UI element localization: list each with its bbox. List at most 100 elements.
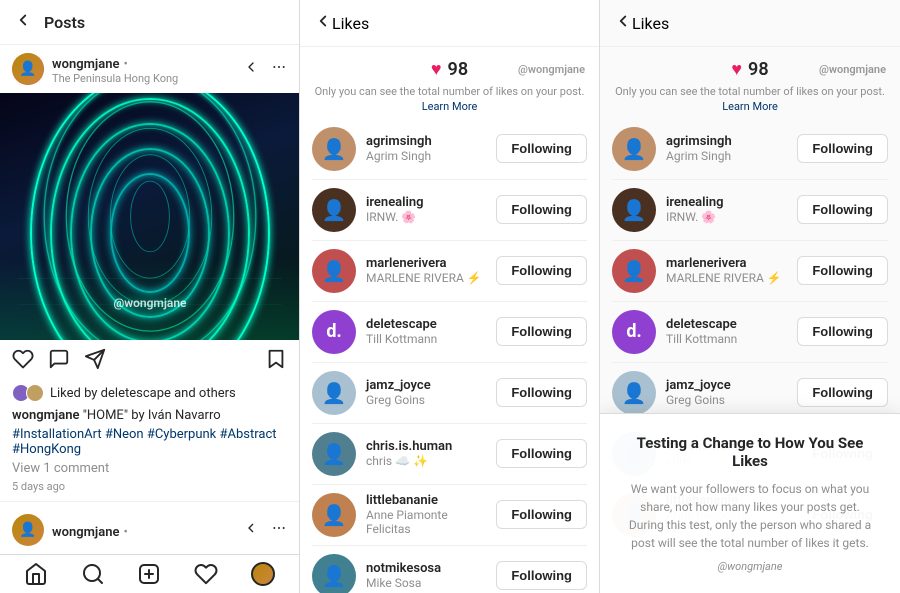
- likes-back-icon-modal[interactable]: [614, 12, 632, 34]
- likes-learn-more-light[interactable]: Learn More: [422, 100, 478, 113]
- like-username: jamz_joyce: [666, 378, 787, 393]
- like-avatar[interactable]: 👤: [312, 371, 356, 415]
- following-button[interactable]: Following: [496, 561, 587, 590]
- nav-home-icon[interactable]: [24, 562, 48, 586]
- likes-notice-modal: Only you can see the total number of lik…: [600, 84, 900, 119]
- bottom-nav: [0, 554, 299, 593]
- nav-heart-icon[interactable]: [194, 562, 218, 586]
- next-post-actions: [243, 520, 287, 540]
- posts-back-icon[interactable]: [14, 11, 32, 34]
- like-fullname: IRNW. 🌸: [366, 210, 486, 224]
- next-back-icon[interactable]: [243, 520, 259, 540]
- following-button[interactable]: Following: [797, 378, 888, 407]
- like-info: chris.is.humanchris ☁️ ✨: [366, 439, 486, 468]
- likes-header-modal: Likes: [600, 0, 900, 47]
- like-info: deletescapeTill Kottmann: [666, 317, 787, 346]
- next-post-user: wongmjane •: [52, 521, 128, 540]
- post-tags[interactable]: #InstallationArt #Neon #Cyberpunk #Abstr…: [0, 425, 299, 459]
- following-button[interactable]: Following: [496, 134, 587, 163]
- likes-watermark-modal: @wongmjane: [819, 63, 886, 76]
- like-username: jamz_joyce: [366, 378, 486, 393]
- following-button[interactable]: Following: [496, 500, 587, 529]
- likes-title-modal: Likes: [632, 14, 669, 33]
- like-avatar[interactable]: 👤: [312, 554, 356, 593]
- likes-title-light: Likes: [332, 14, 369, 33]
- nav-profile-icon[interactable]: [251, 562, 275, 586]
- following-button[interactable]: Following: [496, 439, 587, 468]
- likes-back-icon-light[interactable]: [314, 12, 332, 34]
- like-info: littlebananieAnne Piamonte Felicitas: [366, 493, 486, 536]
- save-icon[interactable]: [265, 348, 287, 376]
- like-fullname: chris ☁️ ✨: [366, 454, 486, 468]
- post-username[interactable]: wongmjane •: [52, 53, 178, 72]
- like-item: 👤irenealingIRNW. 🌸Following: [600, 180, 900, 240]
- posts-panel: Posts 👤 wongmjane • The Peninsula Hong K…: [0, 0, 300, 593]
- post-more-icon[interactable]: [271, 59, 287, 79]
- like-item: 👤irenealingIRNW. 🌸Following: [300, 180, 599, 240]
- post-location: The Peninsula Hong Kong: [52, 72, 178, 85]
- following-button[interactable]: Following: [797, 317, 888, 346]
- like-fullname: Till Kottmann: [366, 332, 486, 346]
- following-button[interactable]: Following: [496, 195, 587, 224]
- following-button[interactable]: Following: [496, 378, 587, 407]
- likes-learn-more-modal[interactable]: Learn More: [722, 100, 778, 113]
- like-avatar[interactable]: 👤: [612, 127, 656, 171]
- next-post-preview: 👤 wongmjane •: [0, 506, 299, 554]
- following-button[interactable]: Following: [797, 256, 888, 285]
- post-actions-left: [12, 348, 106, 376]
- like-avatar[interactable]: 👤: [612, 188, 656, 232]
- post-user-row: 👤 wongmjane • The Peninsula Hong Kong: [0, 45, 299, 93]
- nav-add-icon[interactable]: [137, 562, 161, 586]
- likes-modal-overlay: Testing a Change to How You See Likes We…: [600, 413, 900, 593]
- like-avatar[interactable]: 👤: [312, 493, 356, 537]
- likes-list-light: 👤agrimsinghAgrim SinghFollowing👤ireneali…: [300, 119, 599, 593]
- like-avatar[interactable]: 👤: [312, 249, 356, 293]
- following-button[interactable]: Following: [496, 317, 587, 346]
- following-button[interactable]: Following: [797, 134, 888, 163]
- like-fullname: IRNW. 🌸: [666, 210, 787, 224]
- like-fullname: MARLENE RIVERA ⚡: [366, 271, 486, 285]
- like-avatar[interactable]: d.: [612, 310, 656, 354]
- like-fullname: MARLENE RIVERA ⚡: [666, 271, 787, 285]
- like-info: agrimsinghAgrim Singh: [366, 134, 486, 163]
- likes-panel-modal: Likes ♥ 98 @wongmjane Only you can see t…: [600, 0, 900, 593]
- post-image: @wongmjane: [0, 93, 300, 340]
- following-button[interactable]: Following: [496, 256, 587, 285]
- like-item: d.deletescapeTill KottmannFollowing: [300, 302, 599, 362]
- likes-count-row-modal: ♥ 98 @wongmjane: [600, 47, 900, 84]
- like-avatar[interactable]: 👤: [612, 371, 656, 415]
- like-avatar[interactable]: d.: [312, 310, 356, 354]
- like-username: agrimsingh: [366, 134, 486, 149]
- nav-search-icon[interactable]: [81, 562, 105, 586]
- like-info: marleneriveraMARLENE RIVERA ⚡: [666, 256, 787, 285]
- like-item: 👤 marleneriveraMARLENE RIVERA ⚡ Following: [600, 241, 900, 301]
- share-icon[interactable]: [84, 348, 106, 376]
- post-avatar[interactable]: 👤: [12, 53, 44, 85]
- like-avatar[interactable]: 👤: [312, 127, 356, 171]
- post-comment-link[interactable]: View 1 comment: [0, 459, 299, 478]
- post-caption: wongmjane "HOME" by Iván Navarro: [0, 406, 299, 425]
- like-fullname: Greg Goins: [666, 393, 787, 407]
- neon-background: @wongmjane: [0, 93, 300, 340]
- like-avatar[interactable]: 👤: [612, 249, 656, 293]
- following-button[interactable]: Following: [797, 195, 888, 224]
- comment-icon[interactable]: [48, 348, 70, 376]
- likes-count-light: 98: [448, 59, 469, 80]
- like-info: jamz_joyceGreg Goins: [666, 378, 787, 407]
- post-back-icon[interactable]: [243, 59, 259, 79]
- like-fullname: Agrim Singh: [366, 149, 486, 163]
- like-avatar[interactable]: 👤: [312, 188, 356, 232]
- post-watermark: @wongmjane: [113, 296, 186, 310]
- next-post-avatar[interactable]: 👤: [12, 514, 44, 546]
- posts-header: Posts: [0, 0, 299, 45]
- like-avatar[interactable]: 👤: [312, 432, 356, 476]
- like-item: 👤littlebananieAnne Piamonte Felicitas Fol…: [300, 485, 599, 545]
- post-user-left: 👤 wongmjane • The Peninsula Hong Kong: [12, 53, 178, 85]
- like-info: agrimsinghAgrim Singh: [666, 134, 787, 163]
- likes-count-row-light: ♥ 98 @wongmjane: [300, 47, 599, 84]
- next-more-icon[interactable]: [271, 520, 287, 540]
- like-icon[interactable]: [12, 348, 34, 376]
- like-fullname: Anne Piamonte Felicitas: [366, 508, 486, 536]
- like-item: 👤notmikesosaMike SosaFollowing: [300, 546, 599, 593]
- like-fullname: Till Kottmann: [666, 332, 787, 346]
